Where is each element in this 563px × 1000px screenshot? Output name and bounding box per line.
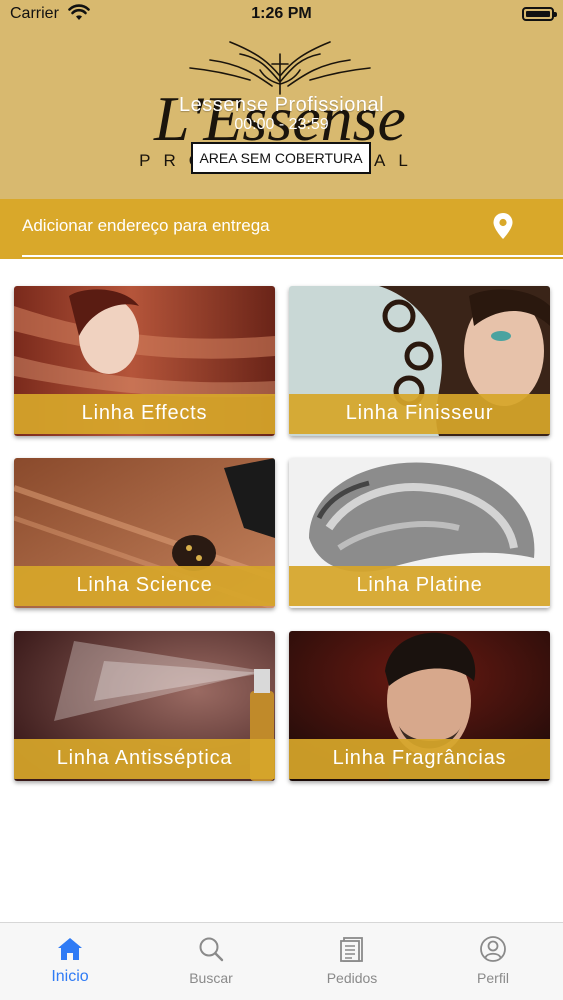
tab-label: Inicio	[51, 968, 89, 985]
product-card-antisseptica[interactable]: Linha Antisséptica	[14, 631, 275, 781]
product-card-finisseur[interactable]: Linha Finisseur	[289, 286, 550, 436]
tab-label: Pedidos	[326, 970, 378, 986]
card-label-bar: Linha Antisséptica	[14, 739, 275, 779]
product-card-platine[interactable]: Linha Platine	[289, 458, 550, 608]
tab-perfil[interactable]: Perfil	[423, 923, 563, 1000]
product-line-label: Linha Fragrâncias	[332, 747, 507, 769]
location-pin-icon[interactable]	[492, 212, 514, 240]
tab-buscar[interactable]: Buscar	[141, 923, 281, 1000]
product-card-effects[interactable]: Linha Effects	[14, 286, 275, 436]
card-label-bar: Linha Effects	[14, 394, 275, 434]
store-name: Lessense Profissional	[178, 94, 385, 116]
address-underline	[22, 255, 563, 257]
product-card-science[interactable]: Linha Science	[14, 458, 275, 608]
address-prompt[interactable]: Adicionar endereço para entrega	[22, 216, 270, 236]
card-label-bar: Linha Fragrâncias	[289, 739, 550, 779]
card-label-bar: Linha Platine	[289, 566, 550, 606]
product-line-label: Linha Science	[76, 574, 213, 596]
tab-label: Buscar	[189, 970, 233, 986]
search-icon	[199, 937, 224, 962]
product-line-label: Linha Antisséptica	[56, 747, 233, 769]
card-label-bar: Linha Finisseur	[289, 394, 550, 434]
coverage-status-badge: AREA SEM COBERTURA	[191, 142, 371, 174]
battery-icon	[522, 7, 557, 21]
product-card-fragrancias[interactable]: Linha Fragrâncias	[289, 631, 550, 781]
bottom-tab-bar: Inicio Buscar Pedidos Perfil	[0, 922, 563, 1000]
card-label-bar: Linha Science	[14, 566, 275, 606]
product-line-label: Linha Finisseur	[345, 402, 494, 424]
tab-inicio[interactable]: Inicio	[0, 923, 140, 1000]
profile-icon	[480, 936, 506, 962]
header: Carrier 1:26 PM L'Essense PROFISSIONAL L…	[0, 0, 563, 199]
product-line-label: Linha Effects	[81, 402, 208, 424]
delivery-address-bar[interactable]: Adicionar endereço para entrega	[0, 199, 563, 259]
home-icon	[58, 938, 82, 960]
status-time: 1:26 PM	[251, 5, 312, 22]
product-line-label: Linha Platine	[356, 574, 483, 596]
tab-pedidos[interactable]: Pedidos	[282, 923, 422, 1000]
store-hours: 00:00 - 23:59	[234, 116, 329, 133]
tab-label: Perfil	[477, 970, 509, 986]
status-bar: Carrier 1:26 PM	[0, 0, 563, 30]
orders-icon	[340, 937, 363, 962]
